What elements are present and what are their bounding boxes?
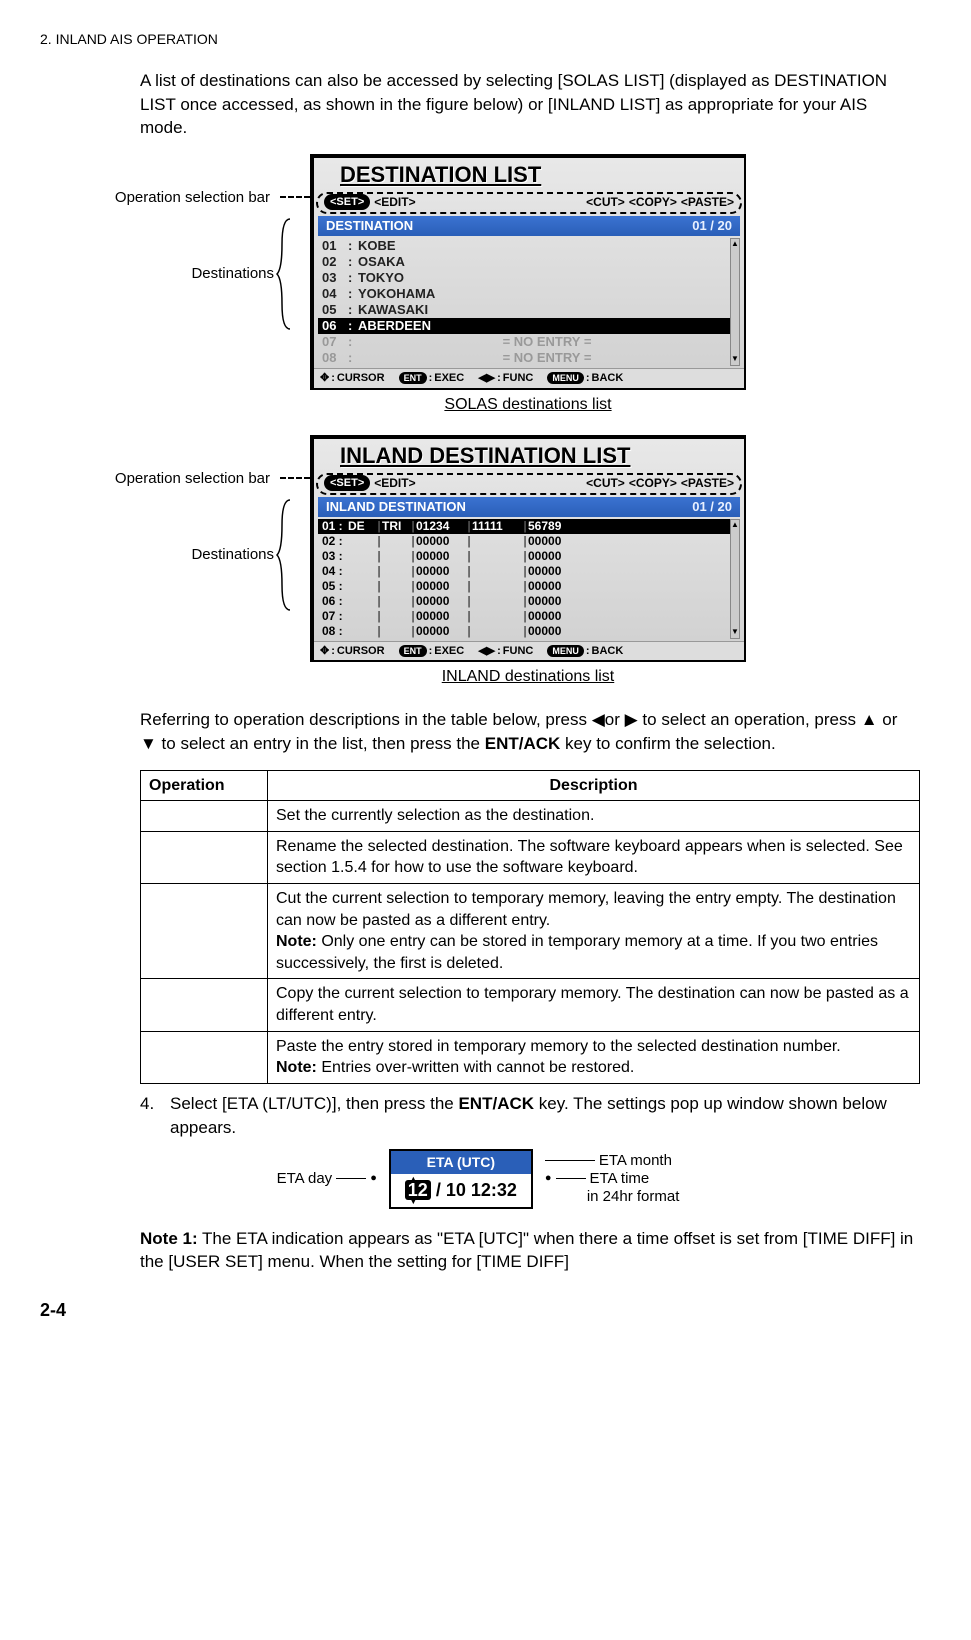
- intro-paragraph: A list of destinations can also be acces…: [140, 69, 916, 140]
- list-item[interactable]: 01:KOBE: [318, 238, 740, 254]
- list-item[interactable]: 03 :||00000||00000: [318, 549, 740, 564]
- step-4: 4. Select [ETA (LT/UTC)], then press the…: [140, 1092, 916, 1140]
- th-operation: Operation: [141, 770, 268, 801]
- operations-table: Operation Description Set the currently …: [140, 770, 920, 1084]
- destination-list: ▲▼ 01:KOBE02:OSAKA03:TOKYO04:YOKOHAMA05:…: [318, 238, 740, 366]
- th-description: Description: [268, 770, 920, 801]
- eta-time-label: ETA time: [590, 1170, 650, 1188]
- list-item[interactable]: 05:KAWASAKI: [318, 302, 740, 318]
- list-item-empty[interactable]: 07:= NO ENTRY =: [318, 334, 740, 350]
- list-header-bar: DESTINATION 01 / 20: [318, 216, 740, 236]
- label-op-sel-bar: Operation selection bar: [115, 469, 270, 489]
- list-item[interactable]: 07 :||00000||00000: [318, 609, 740, 624]
- list-item[interactable]: 06:ABERDEEN: [318, 318, 740, 334]
- eta-figure: ETA day ● ETA (UTC) ▲ 12 / 10 12:32 ▼ ET…: [40, 1149, 916, 1208]
- lr-icon: ◀▶: [478, 644, 495, 659]
- eta-head: ETA (UTC): [391, 1151, 531, 1174]
- table-row: Rename the selected destination. The sof…: [141, 831, 920, 883]
- menu-icon: MENU: [547, 372, 584, 384]
- list-item[interactable]: 06 :||00000||00000: [318, 594, 740, 609]
- list-item[interactable]: 05 :||00000||00000: [318, 579, 740, 594]
- label-op-sel-bar: Operation selection bar: [115, 188, 270, 208]
- inland-figure: Operation selection bar Destinations INL…: [40, 435, 916, 688]
- operation-selection-bar[interactable]: <SET> <EDIT> <CUT> <COPY> <PASTE>: [316, 192, 742, 214]
- solas-caption: SOLAS destinations list: [310, 394, 746, 416]
- list-item[interactable]: 02 :||00000||00000: [318, 534, 740, 549]
- inland-list: ▲▼ 01 :DE|TRI|01234|11111|5678902 :||000…: [318, 519, 740, 639]
- op-cut[interactable]: <CUT>: [586, 194, 625, 210]
- panel-title: DESTINATION LIST: [340, 160, 541, 190]
- refer-paragraph: Referring to operation descriptions in t…: [140, 708, 916, 756]
- inland-caption: INLAND destinations list: [310, 666, 746, 688]
- list-item[interactable]: 02:OSAKA: [318, 254, 740, 270]
- cursor-icon: ✥: [320, 644, 329, 659]
- panel-title: INLAND DESTINATION LIST: [340, 441, 630, 471]
- op-paste[interactable]: <PASTE>: [681, 475, 734, 491]
- list-item[interactable]: 04:YOKOHAMA: [318, 286, 740, 302]
- list-item[interactable]: 01 :DE|TRI|01234|11111|56789: [318, 519, 740, 534]
- ent-icon: ENT: [399, 372, 427, 384]
- scrollbar[interactable]: ▲▼: [730, 238, 740, 366]
- table-row: Set the currently selection as the desti…: [141, 801, 920, 832]
- eta-month-label: ETA month: [599, 1152, 672, 1170]
- menu-icon: MENU: [547, 645, 584, 657]
- table-row: Copy the current selection to temporary …: [141, 979, 920, 1031]
- list-item[interactable]: 03:TOKYO: [318, 270, 740, 286]
- scrollbar[interactable]: ▲▼: [730, 519, 740, 639]
- panel-footer: ✥:CURSOR ENT:EXEC ◀▶:FUNC MENU:BACK: [314, 368, 744, 388]
- solas-panel: DESTINATION LIST <SET> <EDIT> <CUT> <COP…: [310, 154, 746, 389]
- panel-footer: ✥:CURSOR ENT:EXEC ◀▶:FUNC MENU:BACK: [314, 641, 744, 661]
- list-item[interactable]: 04 :||00000||00000: [318, 564, 740, 579]
- inland-panel: INLAND DESTINATION LIST <SET> <EDIT> <CU…: [310, 435, 746, 662]
- operation-selection-bar[interactable]: <SET> <EDIT> <CUT> <COPY> <PASTE>: [316, 473, 742, 495]
- page-number: 2-4: [40, 1298, 916, 1322]
- list-item[interactable]: 08 :||00000||00000: [318, 624, 740, 639]
- eta-rest: / 10 12:32: [431, 1180, 517, 1200]
- op-set[interactable]: <SET>: [324, 475, 370, 491]
- eta-day-label: ETA day: [277, 1169, 333, 1189]
- op-copy[interactable]: <COPY>: [629, 194, 677, 210]
- op-copy[interactable]: <COPY>: [629, 475, 677, 491]
- ent-icon: ENT: [399, 645, 427, 657]
- op-paste[interactable]: <PASTE>: [681, 194, 734, 210]
- label-destinations: Destinations: [191, 264, 274, 284]
- op-edit[interactable]: <EDIT>: [374, 475, 415, 491]
- note-1: Note 1: The ETA indication appears as "E…: [140, 1227, 916, 1275]
- eta-time-format-label: in 24hr format: [545, 1188, 680, 1206]
- cursor-icon: ✥: [320, 371, 329, 386]
- eta-box[interactable]: ETA (UTC) ▲ 12 / 10 12:32 ▼: [389, 1149, 533, 1208]
- solas-figure: Operation selection bar Destinations DES…: [40, 154, 916, 415]
- op-edit[interactable]: <EDIT>: [374, 194, 415, 210]
- lr-icon: ◀▶: [478, 371, 495, 386]
- op-cut[interactable]: <CUT>: [586, 475, 625, 491]
- label-destinations: Destinations: [191, 545, 274, 565]
- table-row: Cut the current selection to temporary m…: [141, 883, 920, 978]
- table-row: Paste the entry stored in temporary memo…: [141, 1031, 920, 1083]
- list-item-empty[interactable]: 08:= NO ENTRY =: [318, 350, 740, 366]
- op-set[interactable]: <SET>: [324, 194, 370, 210]
- section-header: 2. INLAND AIS OPERATION: [40, 30, 916, 49]
- list-header-bar: INLAND DESTINATION 01 / 20: [318, 497, 740, 517]
